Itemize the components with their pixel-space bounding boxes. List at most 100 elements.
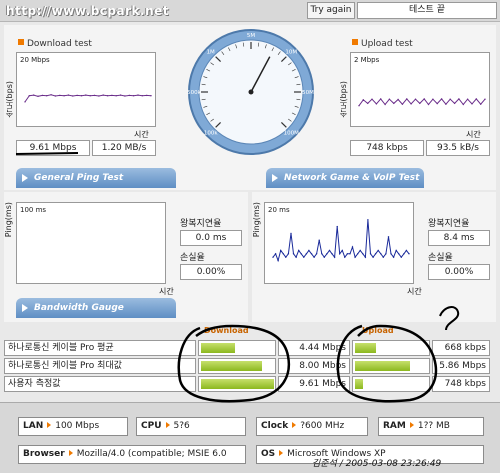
data-point (290, 232, 292, 235)
data-point (408, 253, 410, 255)
tab-general-ping[interactable]: General Ping Test (16, 168, 176, 188)
data-point (432, 98, 434, 100)
download-y-label: 속도(bps) (5, 81, 14, 118)
download-line (24, 94, 152, 103)
data-point (102, 94, 104, 96)
data-point (372, 256, 374, 258)
download-bar-fill (201, 361, 262, 371)
data-point (106, 95, 109, 97)
bullet-icon (352, 39, 358, 45)
data-point (323, 256, 325, 258)
data-point (41, 94, 44, 97)
data-point (423, 98, 425, 100)
gauge-hub (248, 89, 254, 95)
data-point (462, 103, 464, 106)
lan-info: LAN 100 Mbps (18, 417, 128, 436)
data-point (67, 94, 70, 96)
gauge-tick-label: 500k (187, 90, 201, 96)
data-point (339, 253, 341, 255)
data-point (349, 253, 351, 255)
data-point (398, 253, 400, 255)
download-value: 4.44 Mbps (278, 340, 350, 356)
data-point (277, 259, 279, 262)
arrow-right-icon (22, 174, 28, 182)
data-point (141, 95, 143, 97)
tab-bandwidth-gauge[interactable]: Bandwidth Gauge (16, 298, 176, 318)
ping-rtt-label: 왕복지연율 (180, 219, 222, 229)
data-point (333, 256, 336, 258)
series-line (24, 94, 152, 103)
data-point (24, 101, 26, 103)
ping-panel: Ping(ms) 100 ms 시간 왕복지연율 0.0 ms 손실율 0.00… (4, 192, 248, 322)
upload-line (358, 98, 486, 107)
gauge-tick-label: 5M (247, 33, 255, 39)
data-point (292, 253, 295, 255)
arrow-right-icon (409, 422, 414, 428)
site-url[interactable]: http://www.bcpark.net (6, 4, 169, 18)
data-point (313, 256, 315, 258)
data-point (359, 249, 361, 252)
gauge-tick-label: 10M (285, 50, 297, 56)
data-point (453, 102, 456, 105)
ram-info: RAM 1?? MB (378, 417, 484, 436)
data-point (28, 95, 30, 97)
ping-scale: 100 ms (20, 206, 47, 214)
browser-label: Browser (23, 449, 65, 459)
data-point (150, 95, 152, 97)
upload-bar-fill (355, 343, 377, 353)
data-point (341, 249, 343, 252)
data-point (400, 256, 402, 258)
data-point (305, 253, 308, 255)
data-point (466, 98, 469, 100)
bullet-icon (18, 39, 24, 45)
data-point (137, 94, 139, 96)
data-point (392, 256, 395, 258)
data-point (362, 253, 364, 255)
data-point (119, 94, 122, 96)
data-point (50, 94, 52, 96)
download-title-text: Download test (27, 39, 92, 49)
clock-value: ?600 MHz (300, 421, 345, 431)
data-point (132, 95, 135, 97)
data-point (445, 103, 447, 105)
data-point (357, 253, 359, 255)
download-value: 9.61 Mbps (278, 376, 350, 392)
data-point (318, 239, 320, 241)
data-point (93, 94, 96, 97)
data-point (285, 256, 287, 258)
data-point (80, 95, 83, 97)
data-point (115, 95, 117, 97)
data-point (401, 103, 404, 105)
ping-rtt-value: 0.0 ms (180, 230, 242, 246)
data-point (354, 256, 356, 258)
data-point (280, 249, 282, 252)
tab-game-voip[interactable]: Network Game & VoIP Test (266, 168, 424, 188)
try-again-button[interactable]: Try again (307, 2, 355, 19)
data-point (375, 103, 378, 105)
data-point (480, 103, 482, 105)
data-point (33, 94, 35, 96)
download-graph: 20 Mbps (16, 52, 156, 127)
arrow-right-icon (22, 304, 28, 312)
download-bar (198, 376, 276, 392)
upload-graph: 2 Mbps (350, 52, 490, 127)
data-point (310, 253, 313, 255)
lan-value: 100 Mbps (55, 421, 100, 431)
tab-bandwidth-gauge-label: Bandwidth Gauge (34, 303, 124, 313)
download-bar (198, 358, 276, 374)
game-loss-label: 손실율 (428, 253, 453, 263)
clock-label: Clock (261, 421, 289, 431)
upload-value: 5.86 Mbps (432, 358, 490, 374)
game-loss-value: 0.00% (428, 264, 490, 280)
data-point (321, 253, 323, 255)
ping-loss-label: 손실율 (180, 253, 205, 263)
data-point (72, 95, 74, 97)
data-point (63, 95, 65, 97)
data-point (300, 253, 302, 255)
arrow-right-icon (279, 450, 284, 456)
data-point (98, 95, 100, 97)
stat-row: 사용자 측정값 9.61 Mbps 748 kbps (4, 376, 494, 392)
data-point (382, 256, 384, 258)
upload-y-label: 속도(bps) (339, 81, 348, 118)
upload-header: Upload (362, 326, 394, 335)
